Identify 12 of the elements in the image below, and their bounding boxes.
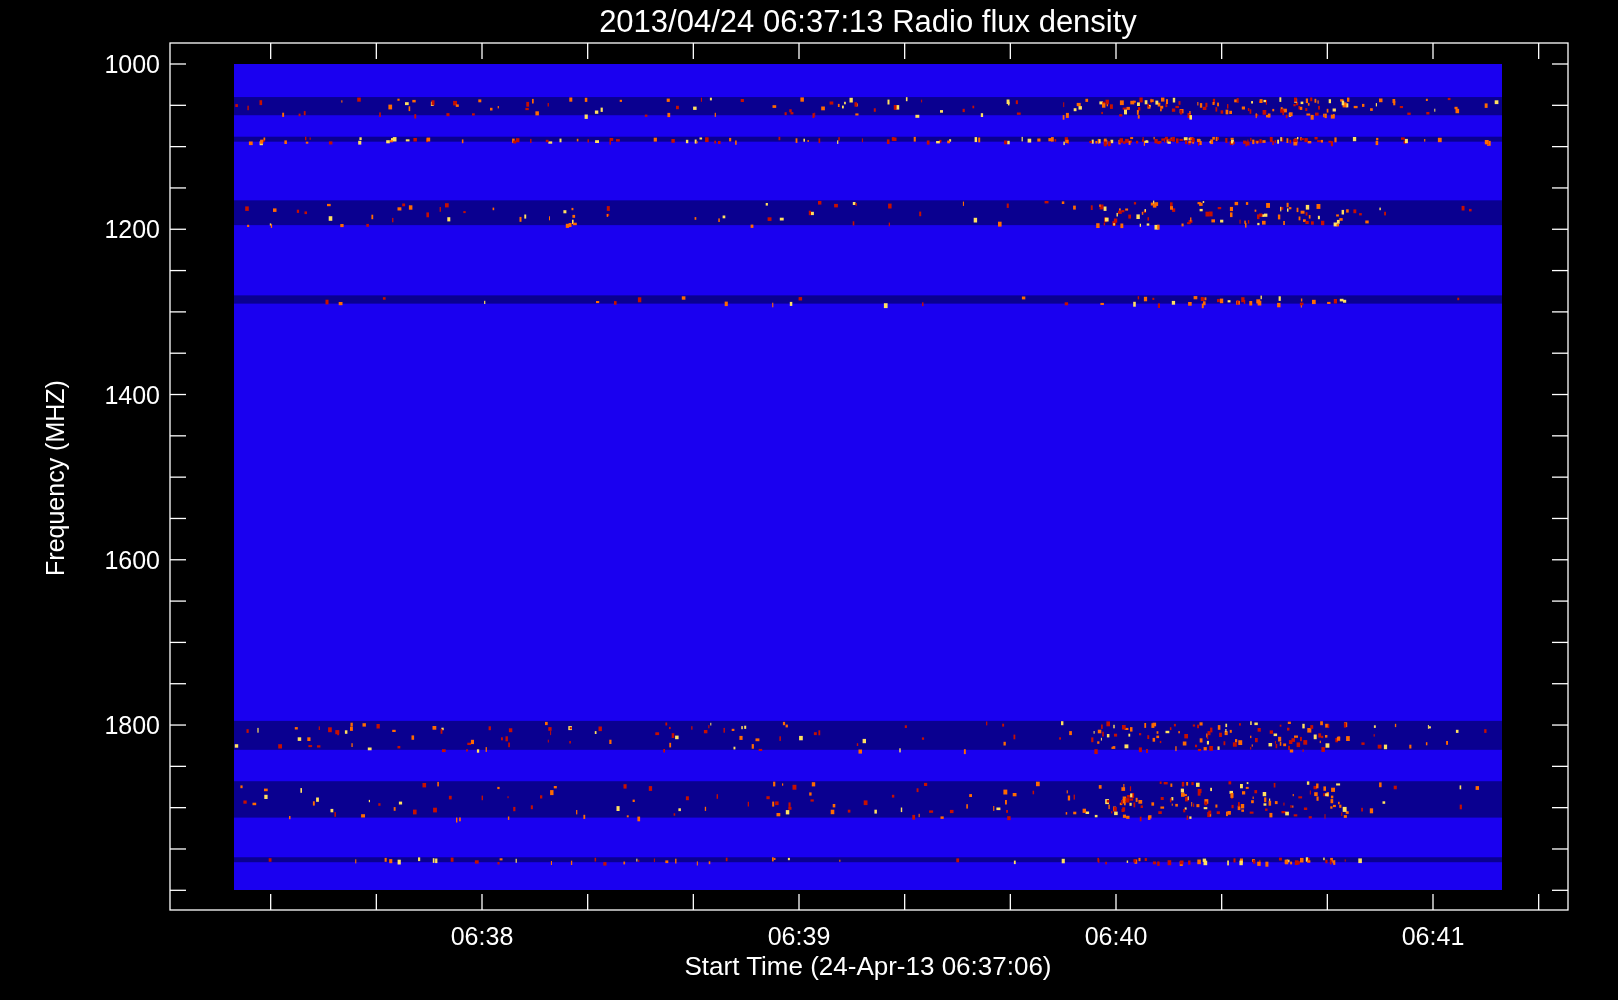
x-tick-label: 06:40 bbox=[1084, 922, 1148, 950]
x-tick-label: 06:41 bbox=[1401, 922, 1465, 950]
y-tick-label: 1400 bbox=[104, 380, 160, 409]
y-tick-label: 1200 bbox=[104, 215, 160, 244]
x-tick-label: 06:39 bbox=[767, 922, 831, 950]
y-tick-label: 1000 bbox=[104, 50, 160, 78]
chart-title: 2013/04/24 06:37:13 Radio flux density bbox=[599, 4, 1137, 39]
x-axis-label: Start Time (24-Apr-13 06:37:06) bbox=[684, 951, 1052, 981]
x-tick-label: 06:38 bbox=[450, 922, 514, 950]
y-axis-label: Frequency (MHZ) bbox=[41, 380, 69, 576]
y-tick-label: 1600 bbox=[104, 545, 160, 574]
y-tick-label: 1800 bbox=[104, 711, 160, 740]
